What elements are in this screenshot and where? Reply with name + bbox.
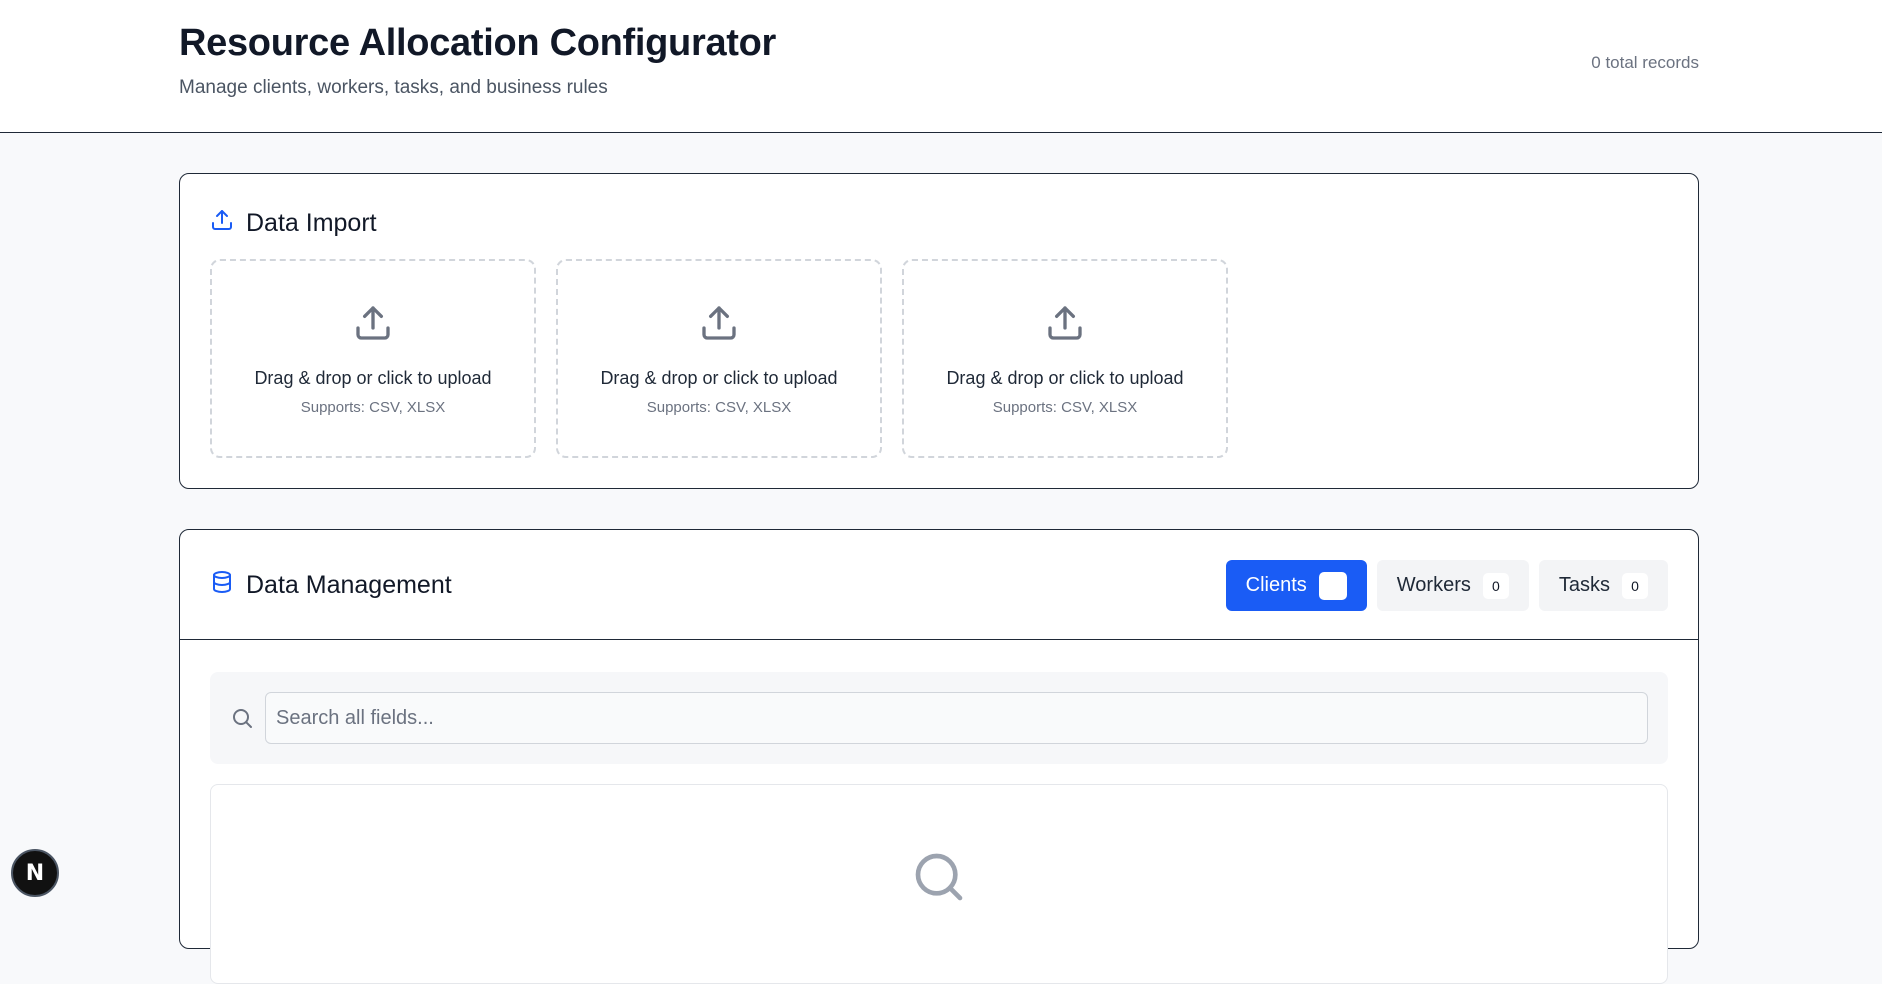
count-badge: 0	[1622, 572, 1648, 599]
entity-tabs: Clients Workers 0 Tasks 0	[1225, 560, 1668, 611]
data-import-card: Data Import Drag & drop or click to uplo…	[179, 173, 1699, 489]
count-badge	[1318, 571, 1347, 600]
page-title: Resource Allocation Configurator	[179, 22, 777, 64]
total-records: 0 total records	[1591, 53, 1699, 72]
upload-dropzone[interactable]: Drag & drop or click to upload Supports:…	[902, 259, 1228, 458]
upload-dropzone[interactable]: Drag & drop or click to upload Supports:…	[210, 259, 536, 458]
dev-tools-button[interactable]: N	[11, 849, 59, 897]
search-icon	[911, 849, 967, 905]
search-bar	[210, 672, 1668, 764]
database-icon	[210, 570, 234, 601]
tab-clients[interactable]: Clients	[1225, 560, 1367, 611]
upload-icon	[210, 208, 234, 239]
results-panel	[210, 784, 1668, 984]
data-import-title: Data Import	[246, 209, 377, 237]
upload-icon	[353, 303, 393, 348]
tab-label: Clients	[1245, 574, 1307, 596]
dropzone-list: Drag & drop or click to upload Supports:…	[210, 259, 1228, 458]
data-management-card: Data Management Clients Workers 0 Tasks …	[179, 529, 1699, 984]
tab-label: Tasks	[1558, 574, 1610, 596]
search-input[interactable]	[265, 692, 1648, 744]
tab-workers[interactable]: Workers 0	[1376, 560, 1529, 611]
data-management-heading: Data Management	[210, 570, 452, 601]
dropzone-label: Drag & drop or click to upload	[600, 368, 838, 388]
app-header: Resource Allocation Configurator Manage …	[0, 0, 1882, 133]
tab-tasks[interactable]: Tasks 0	[1538, 560, 1668, 611]
card-divider	[180, 639, 1698, 640]
dropzone-hint: Supports: CSV, XLSX	[646, 399, 792, 416]
search-icon	[230, 706, 254, 730]
tab-label: Workers	[1396, 574, 1471, 596]
dropzone-label: Drag & drop or click to upload	[254, 368, 492, 388]
dropzone-hint: Supports: CSV, XLSX	[300, 399, 446, 416]
dev-tools-label: N	[25, 860, 45, 886]
upload-dropzone[interactable]: Drag & drop or click to upload Supports:…	[556, 259, 882, 458]
data-management-title: Data Management	[246, 571, 452, 599]
dropzone-hint: Supports: CSV, XLSX	[992, 399, 1138, 416]
upload-icon	[1045, 303, 1085, 348]
dropzone-label: Drag & drop or click to upload	[946, 368, 1184, 388]
data-import-heading: Data Import	[210, 208, 377, 239]
count-badge: 0	[1482, 572, 1509, 599]
upload-icon	[699, 303, 739, 348]
page-subtitle: Manage clients, workers, tasks, and busi…	[179, 77, 608, 98]
